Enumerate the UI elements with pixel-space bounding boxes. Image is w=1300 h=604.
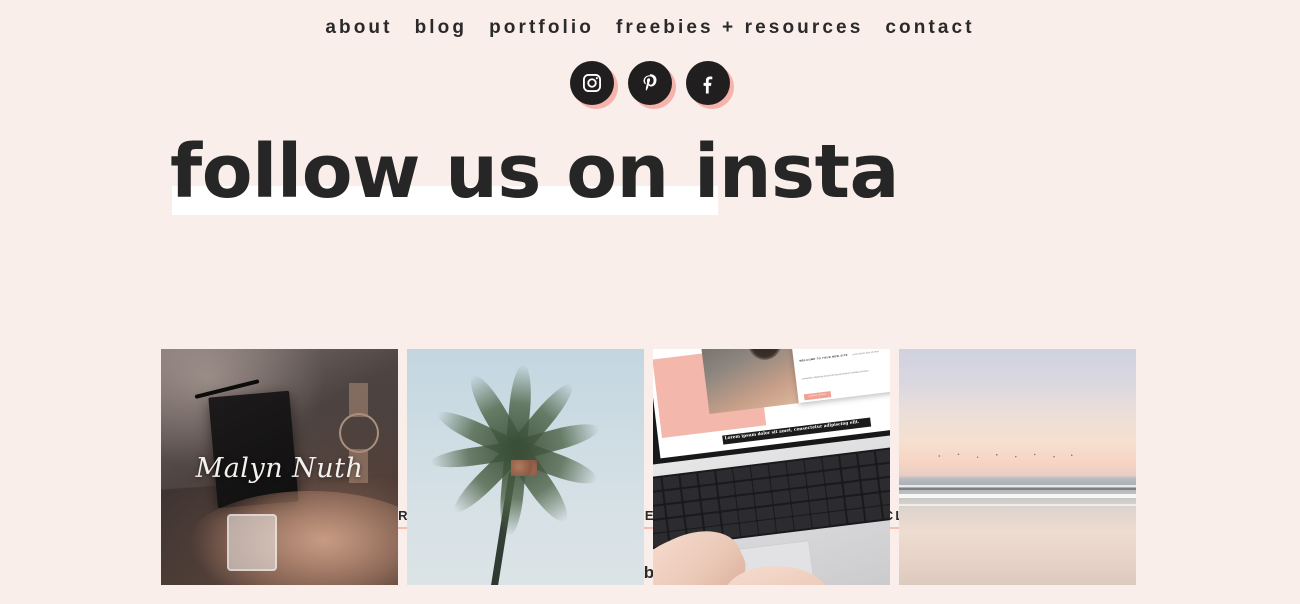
main-navigation: about blog portfolio freebies + resource… [0, 0, 1300, 37]
flatlay-legs [179, 490, 398, 585]
mockup-welcome-card: WELCOME TO YOUR NEW SITE Lorem ipsum dol… [791, 349, 890, 404]
instagram-icon [570, 61, 614, 105]
instagram-gallery: Malyn Nuth WELCOME TO YOUR NEW SITE Lore… [161, 349, 1139, 585]
social-link-facebook[interactable] [686, 61, 734, 109]
mockup-card-button: LEARN MORE [803, 391, 832, 402]
insta-tile-flatlay[interactable]: Malyn Nuth [161, 349, 398, 585]
mockup-card-title: WELCOME TO YOUR NEW SITE [799, 354, 848, 364]
social-links [0, 61, 1300, 109]
nav-item-portfolio[interactable]: portfolio [489, 18, 594, 37]
wave-crest [899, 503, 1136, 506]
facebook-icon [686, 61, 730, 105]
palm-coconuts [511, 459, 538, 476]
wave-crest [899, 484, 1136, 488]
birds-flock [932, 452, 1080, 459]
nav-item-contact[interactable]: contact [885, 18, 974, 37]
nav-item-about[interactable]: about [325, 18, 392, 37]
nav-item-blog[interactable]: blog [415, 18, 468, 37]
mockup-portrait-hair [746, 349, 783, 362]
insta-tile-palm-tree[interactable] [407, 349, 644, 585]
insta-tile-laptop[interactable]: WELCOME TO YOUR NEW SITE Lorem ipsum dol… [653, 349, 890, 585]
social-link-pinterest[interactable] [628, 61, 676, 109]
wave-crest [899, 494, 1136, 498]
nav-item-freebies-resources[interactable]: freebies + resources [616, 18, 863, 37]
flatlay-watch [338, 382, 380, 484]
flatlay-script-overlay: Malyn Nuth [195, 452, 364, 484]
flatlay-cup [227, 514, 278, 571]
page-title: follow us on insta [170, 129, 899, 215]
flatlay-notebook [208, 390, 299, 509]
instagram-hero-section: follow us on insta Malyn Nuth WELCOME TO… [0, 129, 1300, 585]
social-link-instagram[interactable] [570, 61, 618, 109]
pinterest-icon [628, 61, 672, 105]
horizon-line [899, 488, 1136, 491]
insta-tile-beach-sunset[interactable] [899, 349, 1136, 585]
